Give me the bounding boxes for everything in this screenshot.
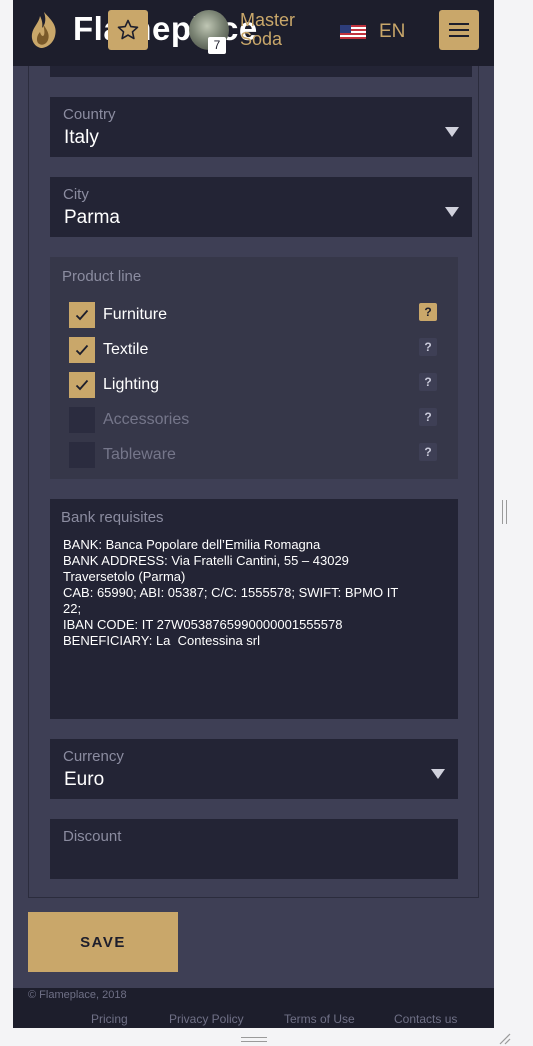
discount-label: Discount: [63, 828, 122, 845]
footer-link-contacts[interactable]: Contacts us: [394, 1012, 457, 1026]
help-icon[interactable]: ?: [419, 338, 437, 356]
check-icon: [75, 309, 89, 321]
help-icon[interactable]: ?: [419, 443, 437, 461]
checkbox[interactable]: [69, 407, 95, 433]
user-name[interactable]: Master Soda: [240, 11, 320, 49]
logo-text: Flameplace: [73, 10, 258, 47]
country-value: Italy: [64, 127, 99, 148]
product-line-item-label: Lighting: [103, 376, 160, 393]
city-select[interactable]: City Parma: [50, 177, 472, 237]
check-icon: [75, 379, 89, 391]
bank-requisites-textarea[interactable]: Bank requisites BANK: Banca Popolare del…: [50, 499, 458, 719]
notification-badge: 7: [208, 37, 226, 54]
city-value: Parma: [64, 207, 120, 228]
currency-value: Euro: [64, 769, 105, 790]
city-label: City: [63, 186, 89, 203]
product-line-item[interactable]: Lighting?: [69, 372, 437, 407]
footer: © Flameplace, 2018 Pricing Privacy Polic…: [13, 988, 494, 1028]
currency-select[interactable]: Currency Euro: [50, 739, 458, 799]
footer-link-privacy-policy[interactable]: Privacy Policy: [169, 1012, 244, 1026]
product-line-item-label: Tableware: [103, 446, 176, 463]
footer-link-terms-of-use[interactable]: Terms of Use: [284, 1012, 355, 1026]
footer-link-pricing[interactable]: Pricing: [91, 1012, 128, 1026]
save-button[interactable]: SAVE: [28, 912, 178, 972]
bank-requisites-label: Bank requisites: [61, 509, 164, 526]
country-label: Country: [63, 106, 116, 123]
product-line-item[interactable]: Textile?: [69, 337, 437, 372]
flame-logo-icon[interactable]: [27, 10, 61, 50]
currency-label: Currency: [63, 748, 124, 765]
checkbox[interactable]: [69, 337, 95, 363]
help-icon[interactable]: ?: [419, 373, 437, 391]
scrollbar-handle[interactable]: [502, 500, 507, 524]
checkbox[interactable]: [69, 372, 95, 398]
product-line-label: Product line: [62, 268, 142, 285]
menu-button[interactable]: [439, 10, 479, 50]
form-panel: Country Italy City Parma Product line Fu…: [28, 0, 479, 898]
favorites-button[interactable]: [108, 10, 148, 50]
product-line-item-label: Textile: [103, 341, 149, 358]
country-select[interactable]: Country Italy: [50, 97, 472, 157]
app-window: Country Italy City Parma Product line Fu…: [13, 0, 494, 1028]
help-icon[interactable]: ?: [419, 408, 437, 426]
product-line-item[interactable]: Accessories?: [69, 407, 437, 442]
discount-field[interactable]: Discount: [50, 819, 458, 879]
product-line-list: Furniture? Textile? Lighting? Accessories? T…: [69, 302, 437, 477]
help-icon[interactable]: ?: [419, 303, 437, 321]
product-line-group: Product line Furniture? Textile? Lighting?…: [50, 257, 458, 479]
check-icon: [75, 344, 89, 356]
resize-grip-icon[interactable]: [498, 1032, 511, 1045]
checkbox[interactable]: [69, 442, 95, 468]
chevron-down-icon: [445, 207, 459, 217]
product-line-item-label: Accessories: [103, 411, 190, 428]
us-flag-icon[interactable]: [340, 25, 366, 39]
language-selector[interactable]: EN: [379, 21, 405, 43]
copyright: © Flameplace, 2018: [28, 989, 127, 1001]
product-line-item[interactable]: Tableware?: [69, 442, 437, 477]
checkbox[interactable]: [69, 302, 95, 328]
bank-requisites-value: BANK: Banca Popolare dell’Emilia Romagna…: [63, 537, 399, 648]
chevron-down-icon: [431, 769, 445, 779]
chevron-down-icon: [445, 127, 459, 137]
top-bar: Flameplace 7 Master Soda EN: [13, 0, 494, 66]
bottom-grip[interactable]: [241, 1037, 267, 1042]
hamburger-icon: [449, 23, 469, 37]
product-line-item-label: Furniture: [103, 306, 168, 323]
product-line-item[interactable]: Furniture?: [69, 302, 437, 337]
star-icon: [117, 19, 139, 40]
